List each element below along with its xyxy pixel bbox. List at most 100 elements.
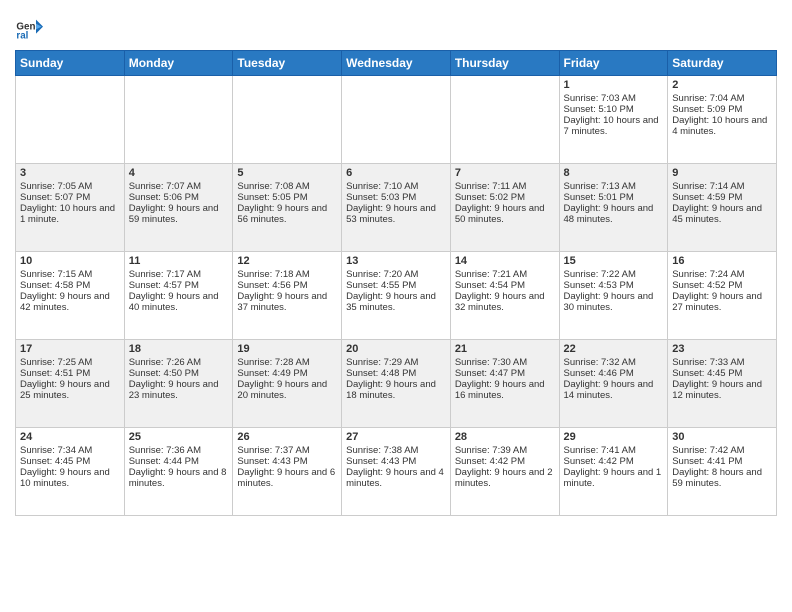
calendar-cell: 15Sunrise: 7:22 AMSunset: 4:53 PMDayligh… <box>559 252 668 340</box>
calendar-cell: 17Sunrise: 7:25 AMSunset: 4:51 PMDayligh… <box>16 340 125 428</box>
day-info: Daylight: 9 hours and 12 minutes. <box>672 379 772 401</box>
day-number: 18 <box>129 343 229 355</box>
calendar-cell: 1 Sunrise: 7:03 AMSunset: 5:10 PMDaylight… <box>559 76 668 164</box>
day-info: Sunrise: 7:42 AM <box>672 445 772 456</box>
day-number: 14 <box>455 255 555 267</box>
day-info: Sunrise: 7:10 AM <box>346 181 446 192</box>
day-info: Daylight: 9 hours and 4 minutes. <box>346 467 446 489</box>
calendar-cell: 23Sunrise: 7:33 AMSunset: 4:45 PMDayligh… <box>668 340 777 428</box>
day-number: 9 <box>672 167 772 179</box>
day-info: Sunset: 4:45 PM <box>20 456 120 467</box>
day-number: 22 <box>564 343 664 355</box>
day-number: 1 <box>564 79 664 91</box>
day-number: 7 <box>455 167 555 179</box>
day-header-tuesday: Tuesday <box>233 51 342 76</box>
day-number: 24 <box>20 431 120 443</box>
day-info: Daylight: 10 hours and 4 minutes. <box>672 115 772 137</box>
calendar-cell: 2 Sunrise: 7:04 AMSunset: 5:09 PMDaylight… <box>668 76 777 164</box>
day-info: Daylight: 9 hours and 30 minutes. <box>564 291 664 313</box>
day-info: Sunrise: 7:32 AM <box>564 357 664 368</box>
calendar-cell: 27Sunrise: 7:38 AMSunset: 4:43 PMDayligh… <box>342 428 451 516</box>
day-number: 27 <box>346 431 446 443</box>
day-number: 3 <box>20 167 120 179</box>
day-info: Sunset: 5:09 PM <box>672 104 772 115</box>
day-info: Sunset: 4:51 PM <box>20 368 120 379</box>
calendar-cell: 19Sunrise: 7:28 AMSunset: 4:49 PMDayligh… <box>233 340 342 428</box>
day-info: Daylight: 9 hours and 53 minutes. <box>346 203 446 225</box>
calendar-cell: 18Sunrise: 7:26 AMSunset: 4:50 PMDayligh… <box>124 340 233 428</box>
day-info: Sunrise: 7:18 AM <box>237 269 337 280</box>
day-info: Sunset: 4:47 PM <box>455 368 555 379</box>
day-number: 29 <box>564 431 664 443</box>
day-info: Daylight: 9 hours and 42 minutes. <box>20 291 120 313</box>
day-info: Sunrise: 7:11 AM <box>455 181 555 192</box>
day-info: Sunset: 4:54 PM <box>455 280 555 291</box>
calendar-cell: 30Sunrise: 7:42 AMSunset: 4:41 PMDayligh… <box>668 428 777 516</box>
day-number: 19 <box>237 343 337 355</box>
calendar-cell: 7Sunrise: 7:11 AMSunset: 5:02 PMDaylight… <box>450 164 559 252</box>
calendar-cell: 22Sunrise: 7:32 AMSunset: 4:46 PMDayligh… <box>559 340 668 428</box>
day-number: 16 <box>672 255 772 267</box>
day-info: Sunrise: 7:21 AM <box>455 269 555 280</box>
day-header-sunday: Sunday <box>16 51 125 76</box>
day-info: Sunrise: 7:36 AM <box>129 445 229 456</box>
day-info: Sunset: 4:56 PM <box>237 280 337 291</box>
day-info: Daylight: 9 hours and 35 minutes. <box>346 291 446 313</box>
day-info: Sunset: 4:48 PM <box>346 368 446 379</box>
day-info: Sunrise: 7:07 AM <box>129 181 229 192</box>
day-info: Daylight: 9 hours and 45 minutes. <box>672 203 772 225</box>
day-info: Sunset: 4:57 PM <box>129 280 229 291</box>
day-info: Sunset: 5:10 PM <box>564 104 664 115</box>
day-number: 20 <box>346 343 446 355</box>
calendar-cell: 3Sunrise: 7:05 AMSunset: 5:07 PMDaylight… <box>16 164 125 252</box>
day-info: Sunset: 5:03 PM <box>346 192 446 203</box>
day-number: 6 <box>346 167 446 179</box>
day-info: Sunrise: 7:34 AM <box>20 445 120 456</box>
day-info: Daylight: 9 hours and 14 minutes. <box>564 379 664 401</box>
calendar-cell <box>450 76 559 164</box>
calendar-cell: 24 Sunrise: 7:34 AMSunset: 4:45 PMDayligh… <box>16 428 125 516</box>
calendar-cell: 5Sunrise: 7:08 AMSunset: 5:05 PMDaylight… <box>233 164 342 252</box>
calendar-cell <box>233 76 342 164</box>
day-number: 4 <box>129 167 229 179</box>
day-info: Sunset: 4:53 PM <box>564 280 664 291</box>
day-header-wednesday: Wednesday <box>342 51 451 76</box>
calendar-cell: 21Sunrise: 7:30 AMSunset: 4:47 PMDayligh… <box>450 340 559 428</box>
day-info: Sunset: 4:45 PM <box>672 368 772 379</box>
day-info: Sunrise: 7:05 AM <box>20 181 120 192</box>
calendar-cell: 12Sunrise: 7:18 AMSunset: 4:56 PMDayligh… <box>233 252 342 340</box>
day-number: 12 <box>237 255 337 267</box>
day-info: Daylight: 9 hours and 59 minutes. <box>129 203 229 225</box>
calendar-cell: 29Sunrise: 7:41 AMSunset: 4:42 PMDayligh… <box>559 428 668 516</box>
day-info: Sunrise: 7:15 AM <box>20 269 120 280</box>
day-number: 30 <box>672 431 772 443</box>
day-number: 2 <box>672 79 772 91</box>
day-info: Daylight: 9 hours and 50 minutes. <box>455 203 555 225</box>
calendar-cell: 13Sunrise: 7:20 AMSunset: 4:55 PMDayligh… <box>342 252 451 340</box>
day-info: Daylight: 9 hours and 2 minutes. <box>455 467 555 489</box>
day-info: Sunrise: 7:28 AM <box>237 357 337 368</box>
day-info: Daylight: 9 hours and 1 minute. <box>564 467 664 489</box>
day-info: Sunrise: 7:29 AM <box>346 357 446 368</box>
day-info: Sunrise: 7:04 AM <box>672 93 772 104</box>
day-info: Sunset: 4:42 PM <box>455 456 555 467</box>
day-info: Daylight: 9 hours and 18 minutes. <box>346 379 446 401</box>
day-number: 23 <box>672 343 772 355</box>
day-info: Sunrise: 7:08 AM <box>237 181 337 192</box>
day-info: Daylight: 9 hours and 10 minutes. <box>20 467 120 489</box>
day-info: Sunset: 4:49 PM <box>237 368 337 379</box>
day-info: Daylight: 10 hours and 1 minute. <box>20 203 120 225</box>
day-info: Sunset: 4:52 PM <box>672 280 772 291</box>
day-number: 25 <box>129 431 229 443</box>
day-info: Daylight: 10 hours and 7 minutes. <box>564 115 664 137</box>
day-info: Sunrise: 7:03 AM <box>564 93 664 104</box>
day-number: 17 <box>20 343 120 355</box>
day-header-saturday: Saturday <box>668 51 777 76</box>
day-number: 5 <box>237 167 337 179</box>
page-header: Gene ral <box>15 10 777 42</box>
calendar: SundayMondayTuesdayWednesdayThursdayFrid… <box>15 50 777 516</box>
day-info: Daylight: 9 hours and 40 minutes. <box>129 291 229 313</box>
day-info: Sunrise: 7:26 AM <box>129 357 229 368</box>
day-info: Sunrise: 7:41 AM <box>564 445 664 456</box>
calendar-cell: 10Sunrise: 7:15 AMSunset: 4:58 PMDayligh… <box>16 252 125 340</box>
